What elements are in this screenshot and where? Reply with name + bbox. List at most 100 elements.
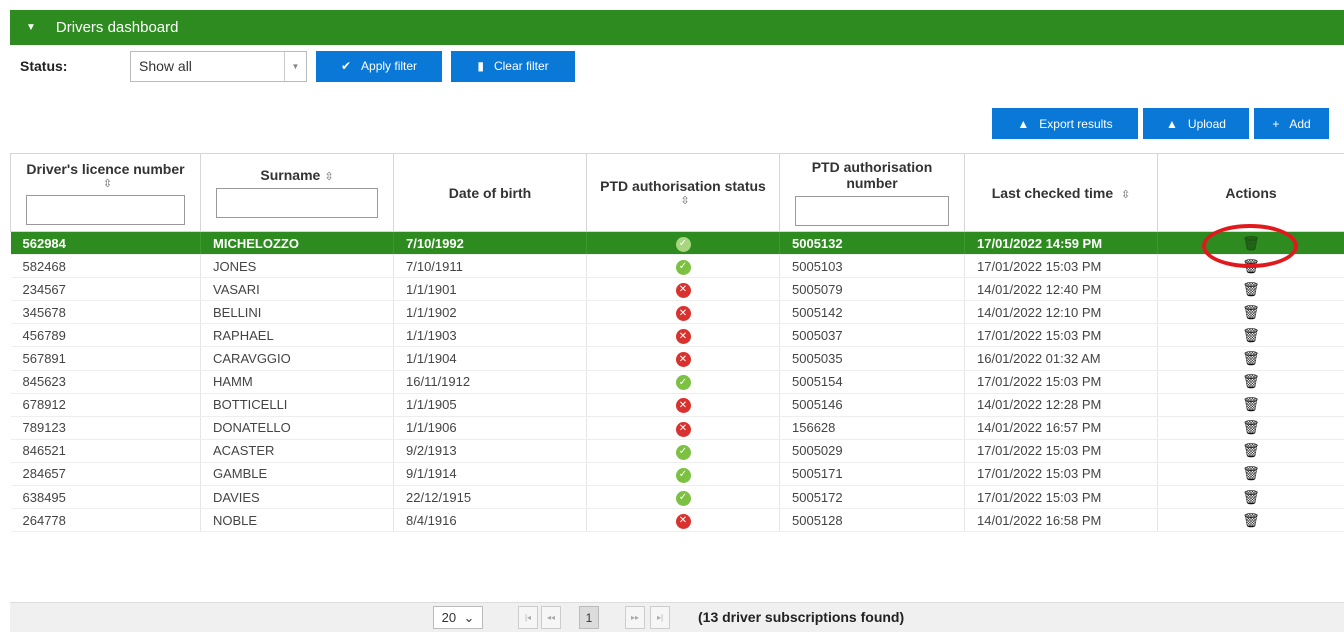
export-icon: ▲	[1017, 116, 1030, 131]
page-size-select[interactable]: 20 ⌄	[433, 606, 483, 629]
last-checked-cell: 17/01/2022 15:03 PM	[964, 439, 1158, 463]
export-results-label: Export results	[1039, 116, 1113, 131]
trash-icon[interactable]: 🗑	[1242, 281, 1260, 298]
column-ptd-status[interactable]: PTD authorisation status ⇳	[586, 153, 780, 232]
ptd-number-cell: 5005146	[779, 393, 965, 417]
apply-filter-button[interactable]: ✔ Apply filter	[316, 50, 442, 82]
check-circle-icon: ✓	[675, 467, 691, 483]
table-row[interactable]: 678912 BOTTICELLI 1/1/1905 ✕ 5005146 14/01/20…	[10, 393, 1344, 417]
actions-cell: 🗑	[1157, 323, 1344, 348]
column-last-checked-label: Last checked time	[991, 184, 1114, 201]
actions-cell: 🗑	[1157, 485, 1344, 510]
actions-cell: 🗑	[1157, 462, 1344, 487]
x-circle-icon: ✕	[675, 352, 691, 368]
trash-icon[interactable]: 🗑	[1242, 304, 1260, 321]
highlight-annotation	[1202, 224, 1298, 268]
actions-cell: 🗑	[1157, 416, 1344, 440]
trash-icon[interactable]: 🗑	[1242, 442, 1260, 459]
table-row[interactable]: 638495 DAVIES 22/12/1915 ✓ 5005172 17/01/2022…	[10, 485, 1344, 510]
page-size-value: 20	[441, 610, 457, 625]
table-row[interactable]: 234567 VASARI 1/1/1901 ✕ 5005079 14/01/2022 1…	[10, 277, 1344, 302]
trash-icon[interactable]: 🗑	[1242, 350, 1260, 367]
check-circle-icon: ✓	[675, 375, 691, 391]
ptd-number-cell: 156628	[779, 416, 965, 440]
trash-icon[interactable]: 🗑	[1242, 373, 1260, 390]
status-select[interactable]: Show all ▼	[130, 50, 307, 82]
trash-icon[interactable]: 🗑	[1242, 419, 1260, 436]
surname-filter-input[interactable]	[216, 188, 378, 218]
sort-icon[interactable]: ⇳	[103, 177, 112, 190]
pagination-bar: 20 ⌄ |◂ ◂◂ 1 ▸▸ ▸| (13 driver subscripti…	[10, 602, 1344, 632]
table-row[interactable]: 562984 MICHELOZZO 7/10/1992 ✓ 5005132 17/01/2…	[10, 231, 1344, 256]
status-cell: ✕	[586, 393, 780, 417]
column-surname[interactable]: Surname ⇳	[200, 153, 394, 232]
trash-icon[interactable]: 🗑	[1242, 327, 1260, 344]
trash-icon[interactable]: 🗑	[1242, 489, 1260, 506]
dob-cell: 16/11/1912	[393, 370, 587, 394]
last-checked-cell: 14/01/2022 12:28 PM	[964, 393, 1158, 417]
column-licence[interactable]: Driver's licence number ⇳	[10, 153, 201, 232]
check-circle-icon: ✓	[675, 236, 691, 252]
table-row[interactable]: 846521 ACASTER 9/2/1913 ✓ 5005029 17/01/2022 …	[10, 439, 1344, 463]
last-checked-cell: 17/01/2022 15:03 PM	[964, 254, 1158, 279]
licence-filter-input[interactable]	[25, 194, 186, 225]
chevron-down-icon[interactable]: ⌄	[463, 610, 474, 626]
dob-cell: 1/1/1903	[393, 323, 587, 348]
sort-icon[interactable]: ⇳	[1121, 189, 1130, 201]
previous-page-icon[interactable]: ◂◂	[541, 606, 561, 629]
dob-cell: 7/10/1992	[393, 231, 587, 256]
trash-icon[interactable]: 🗑	[1242, 396, 1260, 413]
column-last-checked[interactable]: Last checked time ⇳	[964, 153, 1158, 232]
filter-bar: Status: Show all ▼ ✔ Apply filter ▮ Clea…	[20, 50, 575, 82]
surname-cell: RAPHAEL	[200, 323, 394, 348]
ptd-number-cell: 5005172	[779, 485, 965, 510]
next-page-icon[interactable]: ▸▸	[625, 606, 645, 629]
table-row[interactable]: 264778 NOBLE 8/4/1916 ✕ 5005128 14/01/2022 16…	[10, 508, 1344, 533]
caret-down-icon[interactable]: ▼	[26, 22, 36, 33]
export-results-button[interactable]: ▲ Export results	[992, 108, 1138, 139]
page-number-button[interactable]: 1	[579, 606, 599, 629]
column-ptd-number-label: PTD authorisation number	[811, 159, 933, 191]
surname-cell: MICHELOZZO	[200, 231, 394, 256]
dob-cell: 1/1/1905	[393, 393, 587, 417]
add-button[interactable]: + Add	[1254, 108, 1329, 139]
table-row[interactable]: 582468 JONES 7/10/1911 ✓ 5005103 17/01/2022 1…	[10, 254, 1344, 279]
upload-button[interactable]: ▲ Upload	[1143, 108, 1249, 139]
trash-icon[interactable]: 🗑	[1242, 512, 1260, 529]
table-row[interactable]: 345678 BELLINI 1/1/1902 ✕ 5005142 14/01/2022 …	[10, 300, 1344, 325]
panel-header[interactable]: ▼ Drivers dashboard	[10, 10, 1344, 45]
status-select-value: Show all	[139, 58, 192, 74]
surname-cell: GAMBLE	[200, 462, 394, 487]
trash-icon[interactable]: 🗑	[1242, 465, 1260, 482]
first-page-icon[interactable]: |◂	[518, 606, 538, 629]
action-bar: ▲ Export results ▲ Upload + Add	[992, 108, 1344, 139]
status-cell: ✓	[586, 231, 780, 256]
last-checked-cell: 17/01/2022 15:03 PM	[964, 370, 1158, 394]
x-circle-icon: ✕	[675, 282, 691, 298]
clear-filter-button[interactable]: ▮ Clear filter	[451, 50, 575, 82]
last-checked-cell: 14/01/2022 16:58 PM	[964, 508, 1158, 533]
last-page-icon[interactable]: ▸|	[650, 606, 670, 629]
sort-icon[interactable]: ⇳	[324, 171, 333, 183]
table-row[interactable]: 845623 HAMM 16/11/1912 ✓ 5005154 17/01/2022 1…	[10, 370, 1344, 394]
x-circle-icon: ✕	[675, 421, 691, 437]
sort-icon[interactable]: ⇳	[680, 194, 689, 207]
status-cell: ✕	[586, 323, 780, 348]
check-circle-icon: ✓	[675, 259, 691, 275]
ptd-number-filter-input[interactable]	[794, 196, 950, 226]
surname-cell: NOBLE	[200, 508, 394, 533]
licence-cell: 582468	[10, 254, 201, 279]
ptd-number-cell: 5005171	[779, 462, 965, 487]
table-row[interactable]: 284657 GAMBLE 9/1/1914 ✓ 5005171 17/01/2022 1…	[10, 462, 1344, 487]
table-row[interactable]: 789123 DONATELLO 1/1/1906 ✕ 156628 14/01/2022…	[10, 416, 1344, 440]
last-checked-cell: 14/01/2022 12:40 PM	[964, 277, 1158, 302]
table-row[interactable]: 567891 CARAVGGIO 1/1/1904 ✕ 5005035 16/01/202…	[10, 346, 1344, 371]
surname-cell: CARAVGGIO	[200, 346, 394, 371]
dob-cell: 1/1/1901	[393, 277, 587, 302]
status-cell: ✕	[586, 346, 780, 371]
chevron-down-icon[interactable]: ▼	[284, 51, 306, 81]
table-row[interactable]: 456789 RAPHAEL 1/1/1903 ✕ 5005037 17/01/2022 …	[10, 323, 1344, 348]
dob-cell: 22/12/1915	[393, 485, 587, 510]
actions-cell: 🗑	[1157, 393, 1344, 417]
licence-cell: 562984	[10, 231, 201, 256]
